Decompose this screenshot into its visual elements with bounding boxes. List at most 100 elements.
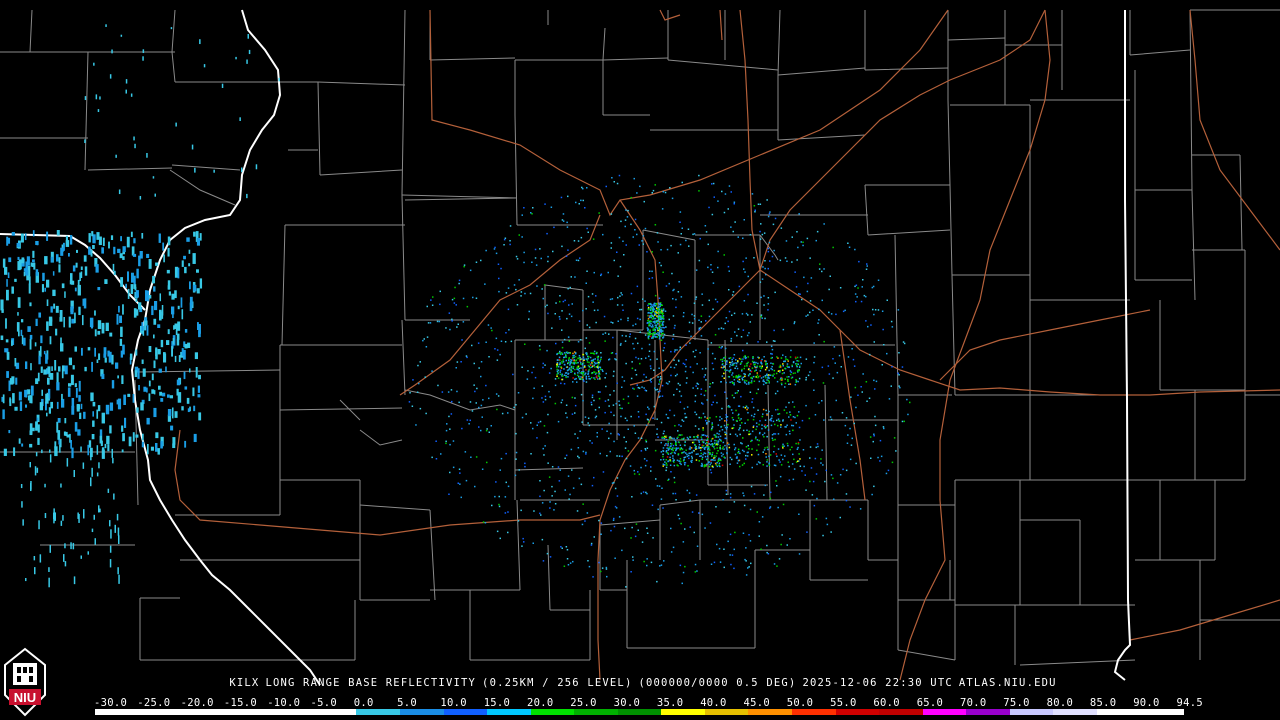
echo-pixel bbox=[580, 236, 583, 239]
echo-pixel bbox=[122, 304, 124, 315]
echo-pixel bbox=[597, 391, 600, 393]
echo-pixel bbox=[675, 298, 677, 301]
echo-pixel bbox=[679, 444, 682, 446]
colorbar-segment bbox=[1140, 709, 1185, 715]
echo-pixel bbox=[792, 478, 795, 481]
echo-pixel bbox=[132, 394, 135, 403]
echo-pixel bbox=[588, 424, 591, 427]
echo-pixel bbox=[769, 211, 771, 213]
echo-pixel bbox=[742, 437, 744, 439]
echo-pixel bbox=[874, 424, 877, 427]
echo-pixel bbox=[723, 359, 726, 362]
echo-pixel bbox=[670, 244, 672, 247]
echo-pixel bbox=[789, 538, 791, 540]
echo-pixel bbox=[781, 379, 783, 381]
echo-pixel bbox=[790, 377, 793, 379]
echo-pixel bbox=[766, 465, 768, 467]
echo-pixel bbox=[585, 451, 587, 454]
echo-pixel bbox=[613, 440, 615, 443]
echo-pixel bbox=[742, 376, 745, 378]
echo-pixel bbox=[507, 511, 509, 513]
echo-pixel bbox=[571, 370, 573, 373]
echo-pixel bbox=[603, 315, 606, 318]
echo-pixel bbox=[83, 509, 85, 519]
echo-pixel bbox=[787, 380, 789, 382]
echo-pixel bbox=[529, 292, 532, 295]
echo-pixel bbox=[666, 464, 668, 466]
echo-pixel bbox=[706, 444, 708, 446]
echo-pixel bbox=[866, 263, 868, 265]
echo-pixel bbox=[49, 454, 52, 463]
echo-pixel bbox=[871, 493, 873, 496]
echo-pixel bbox=[609, 394, 611, 396]
echo-pixel bbox=[668, 436, 671, 439]
echo-pixel bbox=[591, 361, 593, 364]
echo-pixel bbox=[38, 312, 42, 318]
echo-pixel bbox=[507, 308, 510, 311]
echo-pixel bbox=[174, 323, 178, 329]
echo-pixel bbox=[64, 291, 66, 298]
echo-pixel bbox=[667, 444, 669, 447]
echo-pixel bbox=[890, 385, 892, 387]
echo-pixel bbox=[698, 259, 701, 262]
echo-pixel bbox=[198, 412, 202, 421]
echo-pixel bbox=[738, 413, 740, 416]
echo-pixel bbox=[650, 381, 652, 383]
echo-pixel bbox=[124, 417, 127, 428]
echo-pixel bbox=[579, 378, 581, 380]
echo-pixel bbox=[608, 422, 610, 425]
echo-pixel bbox=[600, 352, 602, 354]
echo-pixel bbox=[6, 289, 9, 301]
echo-pixel bbox=[572, 381, 574, 383]
echo-pixel bbox=[542, 560, 545, 562]
echo-pixel bbox=[818, 308, 820, 311]
echo-pixel bbox=[585, 353, 588, 356]
echo-pixel bbox=[665, 382, 668, 384]
echo-pixel bbox=[194, 167, 196, 173]
echo-pixel bbox=[572, 366, 575, 368]
echo-pixel bbox=[534, 257, 537, 259]
echo-pixel bbox=[181, 309, 184, 320]
echo-pixel bbox=[822, 534, 824, 537]
echo-pixel bbox=[699, 352, 701, 354]
echo-pixel bbox=[731, 554, 734, 556]
echo-pixel bbox=[700, 315, 703, 317]
echo-pixel bbox=[839, 287, 842, 289]
echo-pixel bbox=[61, 398, 65, 408]
echo-pixel bbox=[88, 440, 92, 448]
echo-pixel bbox=[486, 461, 488, 464]
echo-pixel bbox=[552, 250, 554, 253]
echo-pixel bbox=[827, 365, 830, 367]
echo-pixel bbox=[750, 380, 753, 382]
echo-pixel bbox=[840, 366, 842, 368]
echo-pixel bbox=[714, 462, 717, 465]
echo-pixel bbox=[717, 441, 719, 443]
echo-pixel bbox=[767, 376, 770, 378]
echo-pixel bbox=[906, 398, 908, 401]
echo-pixel bbox=[675, 441, 677, 443]
echo-pixel bbox=[742, 429, 745, 432]
echo-pixel bbox=[72, 542, 75, 550]
echo-pixel bbox=[733, 362, 735, 365]
echo-pixel bbox=[577, 447, 580, 449]
echo-pixel bbox=[692, 233, 694, 236]
echo-pixel bbox=[72, 365, 75, 370]
echo-pixel bbox=[505, 292, 508, 294]
echo-pixel bbox=[647, 319, 649, 322]
echo-pixel bbox=[429, 322, 432, 324]
echo-pixel bbox=[736, 375, 738, 378]
echo-pixel bbox=[80, 271, 83, 279]
echo-pixel bbox=[708, 206, 710, 209]
echo-pixel bbox=[723, 372, 725, 375]
echo-pixel bbox=[669, 409, 671, 412]
echo-pixel bbox=[62, 515, 64, 521]
echo-pixel bbox=[654, 184, 656, 186]
echo-pixel bbox=[12, 393, 15, 404]
echo-pixel bbox=[644, 227, 647, 230]
echo-pixel bbox=[833, 346, 836, 348]
echo-pixel bbox=[141, 441, 144, 448]
echo-pixel bbox=[695, 413, 698, 416]
echo-pixel bbox=[471, 410, 474, 412]
echo-pixel bbox=[705, 458, 708, 461]
echo-pixel bbox=[796, 231, 798, 233]
